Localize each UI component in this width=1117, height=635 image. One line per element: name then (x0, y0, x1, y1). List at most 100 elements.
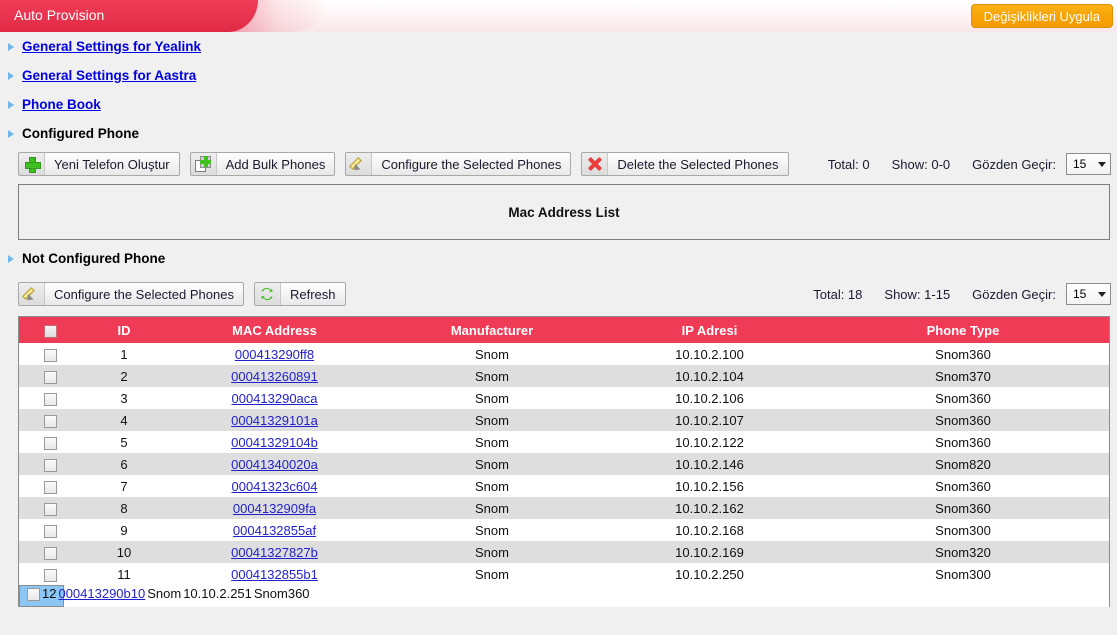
sidebar-item-general-settings-aastra[interactable]: General Settings for Aastra (0, 61, 1117, 90)
mac-address-link[interactable]: 00041329104b (231, 435, 318, 450)
row-checkbox[interactable] (43, 502, 57, 516)
cell-mac-address[interactable]: 000413290ff8 (167, 343, 382, 365)
nc-configure-selected-phones-button[interactable]: Configure the Selected Phones (18, 282, 244, 306)
cell-id: 8 (120, 500, 128, 516)
row-checkbox[interactable] (43, 348, 57, 362)
cell-phone-type: Snom360 (935, 500, 991, 516)
row-checkbox[interactable] (43, 436, 57, 450)
nc-perpage-select[interactable]: 15 (1066, 283, 1111, 305)
add-bulk-phones-button[interactable]: Add Bulk Phones (189, 152, 336, 176)
row-select-cell[interactable] (19, 387, 81, 409)
table-row[interactable]: 1 000413290ff8 Snom 10.10.2.100 Snom360 (19, 343, 1109, 365)
configured-show-label: Show: 0-0 (891, 156, 951, 172)
table-body: 1 000413290ff8 Snom 10.10.2.100 Snom360 2 0004… (19, 343, 1109, 607)
row-select-cell[interactable] (19, 343, 81, 365)
row-select-cell[interactable] (19, 365, 81, 387)
not-configured-phone-toolbar: Configure the Selected Phones Refresh To… (0, 278, 1117, 310)
th-manufacturer[interactable]: Manufacturer (382, 317, 602, 343)
row-checkbox[interactable] (43, 370, 57, 384)
apply-changes-button[interactable]: Değişiklikleri Uygula (970, 4, 1113, 28)
cell-mac-address[interactable]: 00041323c604 (167, 475, 382, 497)
row-select-cell[interactable] (26, 585, 41, 607)
th-ip-address[interactable]: IP Adresi (602, 317, 817, 343)
table-row[interactable]: 9 0004132855af Snom 10.10.2.168 Snom300 (19, 519, 1109, 541)
cell-mac-address[interactable]: 000413290aca (167, 387, 382, 409)
section-heading-not-configured-phone[interactable]: Not Configured Phone (0, 244, 1117, 273)
mac-address-link[interactable]: 000413290b10 (58, 586, 145, 601)
chevron-right-icon (8, 254, 14, 263)
row-select-cell[interactable] (19, 475, 81, 497)
mac-address-link[interactable]: 0004132855af (233, 523, 316, 538)
cell-mac-address[interactable]: 0004132909fa (167, 497, 382, 519)
mac-address-link[interactable]: 0004132909fa (233, 501, 316, 516)
th-select-all[interactable] (19, 317, 81, 343)
cell-manufacturer: Snom (475, 544, 509, 560)
mac-address-link[interactable]: 0004132855b1 (231, 567, 318, 582)
table-row[interactable]: 3 000413290aca Snom 10.10.2.106 Snom360 (19, 387, 1109, 409)
table-row[interactable]: 10 00041327827b Snom 10.10.2.169 Snom320 (19, 541, 1109, 563)
cell-manufacturer: Snom (475, 368, 509, 384)
table-row[interactable]: 4 00041329101a Snom 10.10.2.107 Snom360 (19, 409, 1109, 431)
table-row[interactable]: 11 0004132855b1 Snom 10.10.2.250 Snom300 (19, 563, 1109, 585)
configure-selected-phones-button[interactable]: Configure the Selected Phones (345, 152, 572, 176)
cell-mac-address[interactable]: 00041329101a (167, 409, 382, 431)
table-row[interactable]: 12 000413290b10 Snom 10.10.2.251 Snom360 (19, 585, 310, 607)
link-general-settings-aastra[interactable]: General Settings for Aastra (22, 68, 196, 83)
cell-mac-address[interactable]: 00041327827b (167, 541, 382, 563)
cell-phone-type: Snom360 (935, 346, 991, 362)
mac-address-link[interactable]: 000413290aca (231, 391, 317, 406)
cell-phone-type: Snom360 (935, 390, 991, 406)
configured-perpage-select[interactable]: 15 (1066, 153, 1111, 175)
cell-mac-address[interactable]: 000413260891 (167, 365, 382, 387)
row-select-cell[interactable] (19, 431, 81, 453)
new-phone-button[interactable]: Yeni Telefon Oluştur (18, 152, 180, 176)
row-select-cell[interactable] (19, 409, 81, 431)
mac-address-link[interactable]: 00041327827b (231, 545, 318, 560)
row-select-cell[interactable] (19, 497, 81, 519)
mac-address-link[interactable]: 000413260891 (231, 369, 318, 384)
row-select-cell[interactable] (19, 519, 81, 541)
mac-address-link[interactable]: 000413290ff8 (235, 347, 314, 362)
cell-mac-address[interactable]: 000413290b10 (57, 585, 146, 607)
table-row[interactable]: 2 000413260891 Snom 10.10.2.104 Snom370 (19, 365, 1109, 387)
th-id[interactable]: ID (81, 317, 167, 343)
chevron-right-icon (8, 100, 14, 109)
table-row[interactable]: 6 00041340020a Snom 10.10.2.146 Snom820 (19, 453, 1109, 475)
row-select-cell[interactable] (19, 563, 81, 585)
row-checkbox[interactable] (43, 568, 57, 582)
cell-mac-address[interactable]: 00041329104b (167, 431, 382, 453)
row-checkbox[interactable] (43, 392, 57, 406)
row-checkbox[interactable] (43, 480, 57, 494)
section-heading-configured-phone[interactable]: Configured Phone (0, 119, 1117, 148)
refresh-button[interactable]: Refresh (253, 282, 346, 306)
cell-mac-address[interactable]: 00041340020a (167, 453, 382, 475)
row-checkbox[interactable] (43, 524, 57, 538)
th-mac-address[interactable]: MAC Address (167, 317, 382, 343)
chevron-right-icon (8, 129, 14, 138)
mac-address-link[interactable]: 00041329101a (231, 413, 318, 428)
cell-mac-address[interactable]: 0004132855af (167, 519, 382, 541)
mac-address-link[interactable]: 00041323c604 (231, 479, 317, 494)
delete-selected-phones-button[interactable]: Delete the Selected Phones (581, 152, 789, 176)
table-row[interactable]: 5 00041329104b Snom 10.10.2.122 Snom360 (19, 431, 1109, 453)
cell-ip-address: 10.10.2.156 (675, 478, 744, 494)
row-checkbox[interactable] (27, 588, 40, 602)
link-general-settings-yealink[interactable]: General Settings for Yealink (22, 39, 201, 54)
configured-total-label: Total: 0 (827, 156, 870, 172)
row-checkbox[interactable] (43, 458, 57, 472)
cell-mac-address[interactable]: 0004132855b1 (167, 563, 382, 585)
sidebar-item-phone-book[interactable]: Phone Book (0, 90, 1117, 119)
sidebar-item-general-settings-yealink[interactable]: General Settings for Yealink (0, 32, 1117, 61)
cell-phone-type: Snom320 (935, 544, 991, 560)
mac-address-link[interactable]: 00041340020a (231, 457, 318, 472)
table-row[interactable]: 8 0004132909fa Snom 10.10.2.162 Snom360 (19, 497, 1109, 519)
row-select-cell[interactable] (19, 453, 81, 475)
cell-id: 11 (117, 566, 131, 582)
row-select-cell[interactable] (19, 541, 81, 563)
table-row[interactable]: 7 00041323c604 Snom 10.10.2.156 Snom360 (19, 475, 1109, 497)
th-phone-type[interactable]: Phone Type (817, 317, 1109, 343)
select-all-checkbox[interactable] (43, 324, 57, 338)
link-phone-book[interactable]: Phone Book (22, 97, 101, 112)
row-checkbox[interactable] (43, 546, 57, 560)
row-checkbox[interactable] (43, 414, 57, 428)
